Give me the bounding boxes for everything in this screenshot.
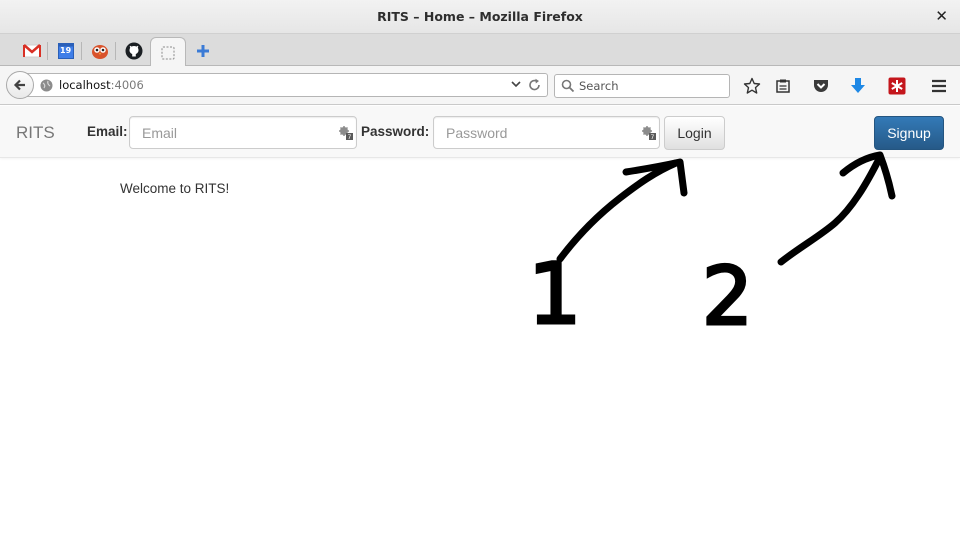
search-input[interactable] (579, 78, 725, 94)
plus-icon (197, 45, 209, 57)
password-input[interactable] (446, 125, 626, 141)
window-title: RITS – Home – Mozilla Firefox (377, 9, 583, 24)
search-icon (561, 79, 575, 93)
url-bar[interactable]: localhost:4006 (26, 73, 548, 97)
back-button[interactable] (6, 71, 34, 99)
signup-button[interactable]: Signup (874, 116, 944, 150)
welcome-message: Welcome to RITS! (120, 181, 230, 196)
annotation-arrowhead-2 (839, 151, 896, 200)
clipboard-icon (776, 79, 790, 93)
star-icon (743, 77, 761, 94)
globe-icon (40, 79, 53, 92)
email-field[interactable]: 7 (129, 116, 357, 149)
svg-text:7: 7 (348, 134, 352, 141)
annotation-number-2: 2 (702, 250, 753, 343)
annotation-arrowhead-1 (622, 158, 688, 197)
tab-pinned-calendar[interactable]: 19 (50, 38, 82, 64)
menu-button[interactable] (928, 76, 950, 96)
lastpass-icon (888, 77, 906, 95)
email-input[interactable] (142, 125, 322, 141)
annotation-arrow-1 (556, 159, 680, 263)
owl-icon (92, 45, 108, 59)
github-icon (125, 42, 143, 60)
tab-strip: 19 (0, 34, 960, 67)
reload-icon[interactable] (528, 78, 542, 92)
url-dropdown-icon[interactable] (510, 77, 522, 91)
window-close-button[interactable]: ✕ (935, 7, 948, 25)
downloads-button[interactable] (847, 76, 869, 96)
pocket-button[interactable] (810, 76, 832, 96)
bookmark-star-button[interactable] (741, 76, 763, 96)
back-arrow-icon (13, 79, 25, 91)
annotation-number-1: 1 (528, 245, 581, 343)
annotation-arrow-2 (777, 153, 884, 266)
password-field[interactable]: 7 (433, 116, 660, 149)
new-tab-button[interactable] (192, 40, 214, 62)
window-titlebar: RITS – Home – Mozilla Firefox ✕ (0, 0, 960, 34)
app-navbar: RITS Email: 7 Password: 7 Login Signup (0, 106, 960, 158)
keepass-icon[interactable]: 7 (338, 125, 354, 141)
password-label: Password: (361, 124, 430, 139)
login-button[interactable]: Login (664, 116, 725, 150)
tab-pinned-gmail[interactable] (16, 38, 48, 64)
pocket-icon (814, 80, 828, 92)
calendar-day: 19 (60, 46, 72, 55)
tab-pinned-github[interactable] (118, 38, 150, 64)
hamburger-menu-icon (932, 79, 946, 93)
lastpass-button[interactable] (886, 76, 908, 96)
tab-current[interactable] (150, 37, 186, 67)
download-arrow-icon (851, 78, 865, 93)
blank-page-icon (161, 46, 175, 59)
reading-list-button[interactable] (772, 76, 794, 96)
search-box[interactable] (554, 74, 730, 98)
email-label: Email: (87, 124, 128, 139)
gmail-icon (23, 44, 41, 58)
tab-pinned-owl[interactable] (84, 38, 116, 64)
svg-text:7: 7 (651, 134, 655, 141)
keepass-icon[interactable]: 7 (641, 125, 657, 141)
url-text: localhost:4006 (59, 78, 144, 92)
brand-link[interactable]: RITS (16, 123, 55, 143)
